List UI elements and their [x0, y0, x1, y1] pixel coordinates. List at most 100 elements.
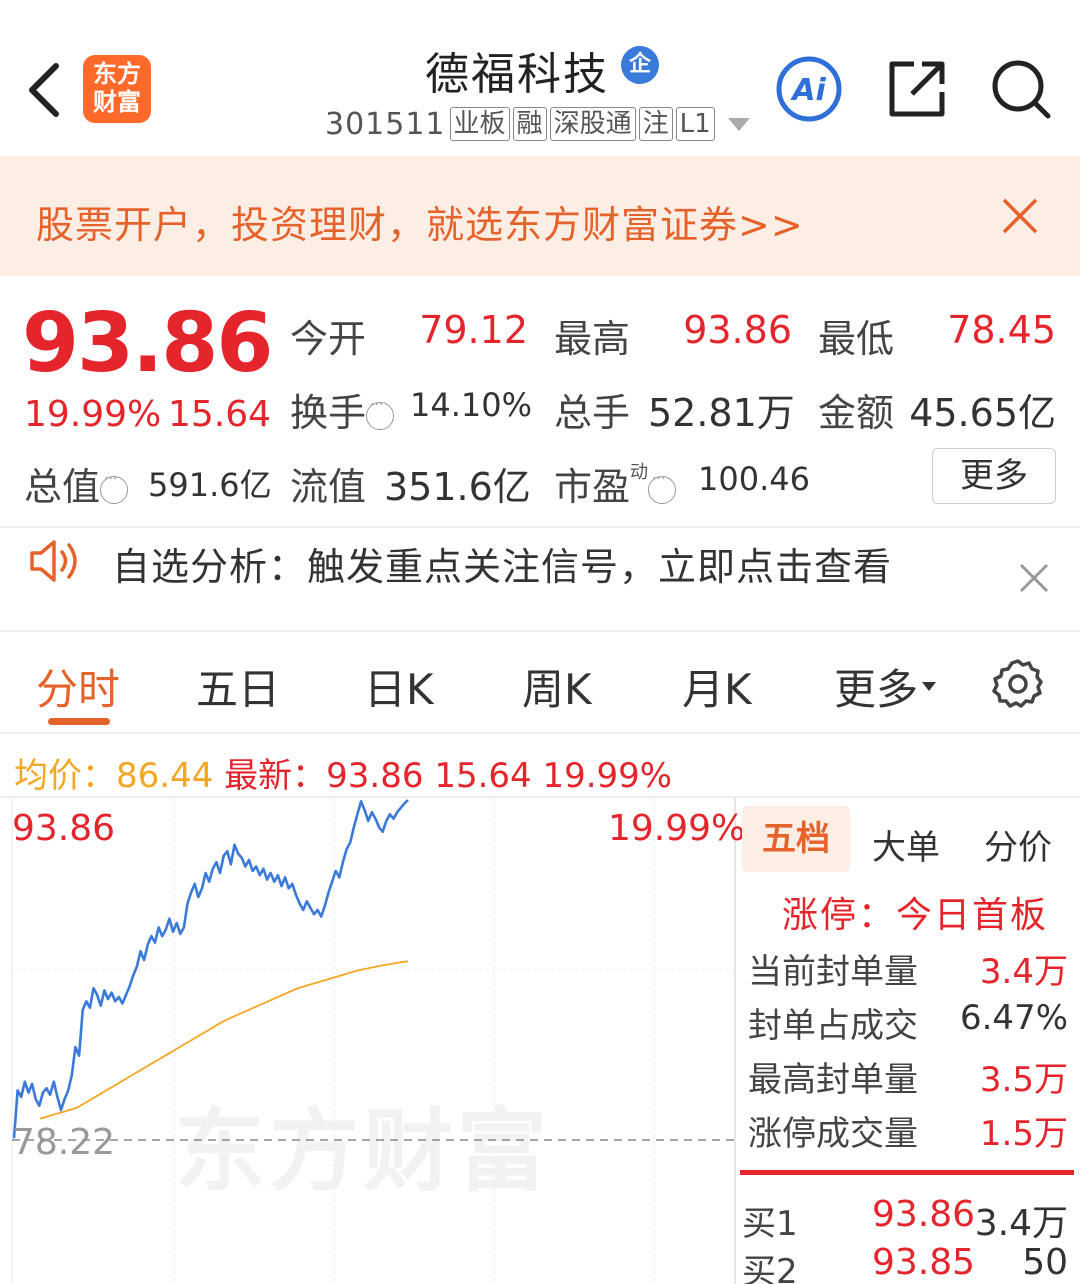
- tab-monthly-k[interactable]: 月K: [682, 656, 752, 717]
- volume-value: 52.81万: [648, 391, 795, 435]
- tag-level: L1: [675, 107, 715, 141]
- tab-weekly-k[interactable]: 周K: [522, 656, 592, 717]
- average-price-line: [39, 960, 409, 1120]
- float-cap-value: 351.6亿: [384, 465, 531, 509]
- amount-label: 金额: [818, 391, 895, 435]
- axis-top-price: 93.86: [12, 808, 116, 849]
- limit-up-title: 涨停：今日首板: [782, 895, 1049, 936]
- last-price: 93.86: [22, 296, 273, 391]
- last-pct: 19.99%: [542, 756, 673, 796]
- pe-label-text: 市盈: [554, 465, 631, 509]
- tab-daily-k[interactable]: 日K: [364, 656, 434, 717]
- seal-ratio-label: 封单占成交: [748, 1006, 918, 1046]
- speaker-icon: [30, 540, 77, 582]
- stock-code: 301511: [325, 106, 446, 142]
- turnover-value: 14.10%: [410, 386, 533, 424]
- low-value: 78.45: [947, 308, 1056, 352]
- app-logo[interactable]: 东方 财富: [83, 55, 151, 123]
- close-icon[interactable]: [1000, 196, 1040, 236]
- volume-label: 总手: [554, 391, 631, 435]
- high-label: 最高: [554, 317, 631, 361]
- change-percent: 19.99%: [24, 394, 162, 435]
- change-amount: 15.64: [168, 394, 272, 435]
- float-cap-label: 流值: [290, 465, 367, 509]
- chevron-down-icon: [922, 682, 937, 691]
- last-change: 15.64: [434, 756, 532, 796]
- promo-text[interactable]: 股票开户，投资理财，就选东方财富证券>>: [36, 194, 804, 249]
- bid2-price: 93.85: [872, 1242, 976, 1283]
- tab-price-distribution[interactable]: 分价: [984, 820, 1052, 869]
- last-value: 93.86: [326, 756, 424, 796]
- avg-value: 86.44: [116, 756, 214, 796]
- bid1-label: 买1: [742, 1204, 798, 1244]
- turnover-label[interactable]: 换手: [290, 382, 395, 437]
- ai-icon-label: Ai: [790, 73, 826, 108]
- bid2-label: 买2: [742, 1252, 798, 1284]
- high-value: 93.86: [683, 308, 792, 352]
- divider: [0, 630, 1080, 632]
- market-cap-label-text: 总值: [24, 465, 101, 509]
- divider: [0, 732, 1080, 734]
- market-cap-label[interactable]: 总值: [24, 456, 129, 511]
- tab-intraday[interactable]: 分时: [36, 656, 120, 717]
- info-icon[interactable]: [366, 397, 395, 430]
- gear-icon[interactable]: [992, 658, 1044, 710]
- info-icon[interactable]: [648, 471, 677, 504]
- max-seal-label: 最高封单量: [748, 1060, 918, 1100]
- seal-volume-value: 3.4万: [979, 952, 1068, 992]
- chart-series: [12, 799, 409, 1139]
- last-label: 最新：: [224, 756, 327, 796]
- tag-board: 业板: [449, 107, 510, 141]
- axis-reference-price: 78.22: [12, 1122, 116, 1163]
- max-seal-value: 3.5万: [979, 1060, 1068, 1100]
- tab-more-label: 更多: [834, 665, 919, 714]
- limit-volume-value: 1.5万: [979, 1114, 1068, 1154]
- tag-registration: 注: [638, 107, 673, 141]
- app-header: 东方 财富 德福科技 企 301511 业板 融 深股通 注 L1 Ai: [0, 0, 1080, 156]
- limit-volume-label: 涨停成交量: [748, 1114, 918, 1154]
- info-icon[interactable]: [100, 471, 129, 504]
- pe-value: 100.46: [698, 460, 810, 498]
- more-button[interactable]: 更多: [932, 448, 1056, 504]
- turnover-label-text: 换手: [290, 391, 367, 435]
- share-icon[interactable]: [886, 58, 948, 120]
- amount-value: 45.65亿: [909, 391, 1056, 435]
- bid1-volume: 3.4万: [974, 1203, 1068, 1244]
- tag-connect: 深股通: [549, 107, 636, 141]
- axis-top-pct: 19.99%: [608, 808, 746, 849]
- close-icon[interactable]: [1018, 562, 1050, 594]
- stock-name[interactable]: 德福科技: [425, 38, 609, 102]
- ai-assistant-icon[interactable]: Ai: [774, 56, 844, 122]
- logo-line1: 东方: [93, 60, 141, 88]
- chevron-down-icon[interactable]: [727, 117, 750, 131]
- avg-label: 均价：: [14, 756, 116, 796]
- promo-banner[interactable]: 股票开户，投资理财，就选东方财富证券>>: [0, 156, 1080, 276]
- intraday-chart[interactable]: [0, 798, 736, 1284]
- pe-superscript: 动: [630, 462, 649, 483]
- open-value: 79.12: [419, 308, 528, 352]
- open-label: 今开: [290, 317, 367, 361]
- notice-text[interactable]: 自选分析：触发重点关注信号，立即点击查看: [112, 536, 892, 591]
- back-arrow-icon[interactable]: [22, 58, 70, 122]
- bid-ask-divider: [740, 1170, 1074, 1175]
- tab-large-orders[interactable]: 大单: [872, 820, 940, 869]
- price-line: [12, 799, 409, 1139]
- tab-five-day[interactable]: 五日: [196, 656, 280, 717]
- low-label: 最低: [818, 317, 895, 361]
- market-cap-value: 591.6亿: [148, 466, 272, 504]
- chart-grid: [11, 798, 736, 1284]
- active-tab-indicator: [48, 718, 110, 725]
- chart-info-line: 均价：86.44 最新：93.86 15.64 19.99%: [14, 748, 672, 797]
- search-icon[interactable]: [990, 58, 1052, 120]
- tab-more[interactable]: 更多: [834, 656, 937, 717]
- pe-label[interactable]: 市盈动: [554, 456, 677, 511]
- bid1-price: 93.86: [872, 1194, 976, 1235]
- divider: [0, 526, 1080, 528]
- bid2-volume: 50: [1022, 1242, 1068, 1283]
- tag-margin: 融: [512, 107, 547, 141]
- tab-order-book[interactable]: 五档: [742, 806, 850, 872]
- enterprise-badge: 企: [621, 46, 659, 84]
- logo-line2: 财富: [93, 88, 141, 116]
- stock-code-row[interactable]: 301511 业板 融 深股通 注 L1: [325, 104, 750, 144]
- seal-ratio-value: 6.47%: [959, 998, 1068, 1038]
